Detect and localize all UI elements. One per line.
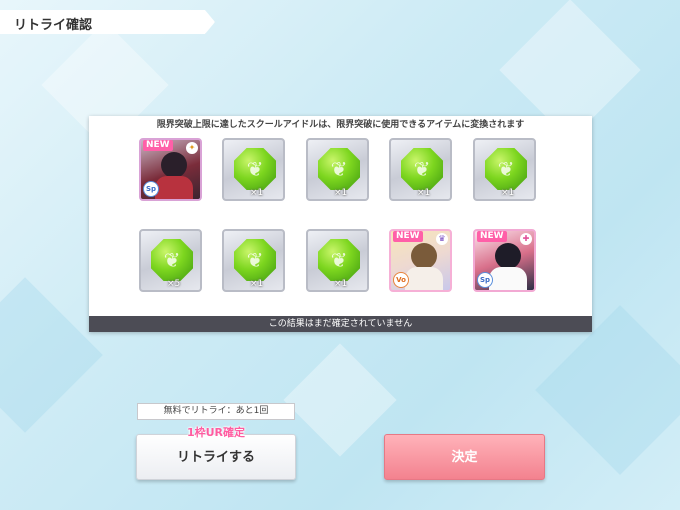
- ur-guarantee-label: 1枠UR確定: [186, 426, 246, 439]
- item-quantity: ×5: [167, 279, 181, 289]
- card-portrait-body: [405, 267, 443, 290]
- item-quantity: ×1: [334, 188, 348, 198]
- free-retry-count: 無料でリトライ：あと1回: [137, 403, 295, 420]
- result-item[interactable]: ❦ ×1: [306, 138, 369, 201]
- attribute-icon: ♛: [436, 233, 448, 245]
- card-portrait: [161, 152, 187, 178]
- card-portrait: [411, 243, 437, 269]
- attribute-icon: ✦: [186, 142, 198, 154]
- result-item[interactable]: ❦ ×1: [306, 229, 369, 292]
- item-quantity: ×1: [250, 188, 264, 198]
- result-item[interactable]: ❦ ×1: [222, 229, 285, 292]
- title-bar: リトライ確認: [0, 10, 215, 34]
- result-card[interactable]: NEW ✚ Sp: [473, 229, 536, 292]
- type-icon: Sp: [477, 272, 493, 288]
- page-title: リトライ確認: [14, 18, 93, 33]
- result-card[interactable]: NEW ♛ Vo: [389, 229, 452, 292]
- type-icon: Sp: [143, 181, 159, 197]
- attribute-icon: ✚: [520, 233, 532, 245]
- gem-icon: ❦: [413, 157, 431, 181]
- type-icon: Vo: [393, 272, 409, 288]
- gem-icon: ❦: [497, 157, 515, 181]
- result-item[interactable]: ❦ ×1: [389, 138, 452, 201]
- card-portrait-body: [489, 267, 527, 290]
- new-badge: NEW: [477, 231, 507, 242]
- bg-diamond: [283, 343, 397, 457]
- item-quantity: ×1: [334, 279, 348, 289]
- gem-icon: ❦: [163, 248, 181, 272]
- card-portrait-body: [155, 176, 193, 199]
- result-item[interactable]: ❦ ×1: [473, 138, 536, 201]
- gem-icon: ❦: [246, 157, 264, 181]
- item-quantity: ×1: [250, 279, 264, 289]
- item-quantity: ×1: [417, 188, 431, 198]
- retry-button[interactable]: リトライする: [136, 434, 296, 480]
- card-portrait: [495, 243, 521, 269]
- result-item[interactable]: ❦ ×5: [139, 229, 202, 292]
- bg-diamond: [0, 277, 103, 433]
- gem-icon: ❦: [330, 157, 348, 181]
- new-badge: NEW: [143, 140, 173, 151]
- panel-message: 限界突破上限に達したスクールアイドルは、限界突破に使用できるアイテムに変換されま…: [156, 120, 525, 130]
- panel-footer: この結果はまだ確定されていません: [89, 316, 592, 332]
- results-panel: 限界突破上限に達したスクールアイドルは、限界突破に使用できるアイテムに変換されま…: [89, 116, 592, 332]
- result-card[interactable]: NEW ✦ Sp: [139, 138, 202, 201]
- result-item[interactable]: ❦ ×1: [222, 138, 285, 201]
- gem-icon: ❦: [246, 248, 264, 272]
- new-badge: NEW: [393, 231, 423, 242]
- item-quantity: ×1: [501, 188, 515, 198]
- gem-icon: ❦: [330, 248, 348, 272]
- confirm-button[interactable]: 決定: [384, 434, 545, 480]
